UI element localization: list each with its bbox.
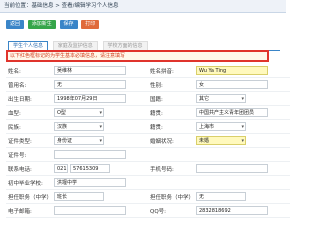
idtype-value: 身份证 bbox=[57, 138, 73, 144]
native-label: 籍贯: bbox=[148, 119, 194, 134]
idtype-label: 证件类型: bbox=[6, 133, 52, 148]
birthdate-label: 出生日期: bbox=[6, 91, 52, 106]
chevron-down-icon: ▾ bbox=[241, 124, 244, 130]
position-field[interactable]: 班长 bbox=[54, 192, 104, 201]
chevron-down-icon: ▾ bbox=[99, 110, 102, 116]
position2-label: 担任职务（中学）: bbox=[148, 189, 194, 204]
form-row: 电子邮箱: QQ号: 2832818692 bbox=[6, 203, 290, 218]
name-field[interactable]: 吴维林 bbox=[54, 66, 126, 75]
mobile-field[interactable] bbox=[196, 164, 268, 173]
birthdate-field[interactable]: 1998年07月29日 bbox=[54, 94, 126, 103]
nationality-label: 国籍: bbox=[148, 91, 194, 106]
gender-label: 性别: bbox=[148, 77, 194, 92]
phone-field[interactable]: 57615309 bbox=[70, 164, 110, 173]
phone-label: 联系电话: bbox=[6, 161, 52, 176]
marital-select[interactable]: 未婚 ▾ bbox=[196, 136, 246, 145]
marital-value: 未婚 bbox=[199, 138, 210, 144]
idtype-select[interactable]: 身份证 ▾ bbox=[54, 136, 104, 145]
name-label: 姓名: bbox=[6, 64, 52, 78]
chevron-down-icon: ▾ bbox=[241, 96, 244, 102]
gender-field[interactable]: 女 bbox=[196, 80, 268, 89]
blood-value: O型 bbox=[57, 110, 66, 116]
qq-field[interactable]: 2832818692 bbox=[196, 206, 268, 215]
chevron-down-icon: ▾ bbox=[99, 124, 102, 130]
ethnic-label: 民族: bbox=[6, 119, 52, 134]
qq-label: QQ号: bbox=[148, 203, 194, 218]
idnum-label: 证件号: bbox=[6, 147, 52, 162]
blood-label: 血型: bbox=[6, 105, 52, 120]
alias-label: 曾用名: bbox=[6, 77, 52, 92]
native-select[interactable]: 上海市 ▾ bbox=[196, 122, 246, 131]
pinyin-field[interactable]: Wu Ya Ting bbox=[196, 66, 268, 75]
nationality-value: 其它 bbox=[199, 96, 210, 102]
tab-family-info[interactable]: 家庭及监护信息 bbox=[52, 41, 98, 50]
required-notice: 以下红色框标记的为学生基本必填信息，请注意填写 bbox=[6, 50, 269, 62]
alias-field[interactable]: 无 bbox=[54, 80, 126, 89]
email-label: 电子邮箱: bbox=[6, 203, 52, 218]
ethnic-value: 汉族 bbox=[57, 124, 68, 130]
idnum-field[interactable] bbox=[54, 150, 126, 159]
add-student-button[interactable]: 添加新生 bbox=[27, 20, 56, 29]
ethnic-select[interactable]: 汉族 ▾ bbox=[54, 122, 104, 131]
tab-school-info[interactable]: 学校方面的信息 bbox=[102, 41, 148, 50]
tab-student-info[interactable]: 学生个人信息 bbox=[8, 41, 49, 50]
form-row: 初中毕业学校: 洪堰中学 bbox=[6, 175, 290, 190]
email-field[interactable] bbox=[54, 206, 126, 215]
political-label: 籍贯: bbox=[148, 105, 194, 120]
position2-field[interactable]: 无 bbox=[196, 192, 246, 201]
form-row: 出生日期: 1998年07月29日 国籍: 其它 ▾ bbox=[6, 91, 290, 106]
blood-select[interactable]: O型 ▾ bbox=[54, 108, 104, 117]
mobile-label: 手机号码: bbox=[148, 161, 194, 176]
save-button[interactable]: 保存 bbox=[59, 20, 78, 29]
student-form: 姓名: 吴维林 姓名拼音: Wu Ya Ting 曾用名: 无 性别: 女 出生… bbox=[6, 64, 290, 218]
breadcrumb: 当前位置：基础信息 > 查看/编辑学习个人信息 bbox=[0, 0, 286, 13]
form-row: 证件号: bbox=[6, 147, 290, 162]
form-row: 联系电话: 021 57615309 手机号码: bbox=[6, 161, 290, 176]
print-button[interactable]: 打印 bbox=[81, 20, 100, 29]
political-field[interactable]: 中国共产主义青年团团员 bbox=[196, 108, 268, 117]
pinyin-label: 姓名拼音: bbox=[148, 64, 194, 78]
chevron-down-icon: ▾ bbox=[99, 138, 102, 144]
school-label: 初中毕业学校: bbox=[6, 175, 52, 190]
form-row: 民族: 汉族 ▾ 籍贯: 上海市 ▾ bbox=[6, 119, 290, 134]
area-code-field[interactable]: 021 bbox=[54, 164, 68, 173]
position-label: 担任职务（中学）: bbox=[6, 189, 52, 204]
form-row: 担任职务（中学）: 班长 担任职务（中学）: 无 bbox=[6, 189, 290, 204]
back-button[interactable]: 返回 bbox=[6, 20, 25, 29]
marital-label: 婚姻状况: bbox=[148, 133, 194, 148]
form-row: 姓名: 吴维林 姓名拼音: Wu Ya Ting bbox=[6, 64, 290, 78]
chevron-down-icon: ▾ bbox=[241, 138, 244, 144]
native-value: 上海市 bbox=[199, 124, 215, 130]
nationality-select[interactable]: 其它 ▾ bbox=[196, 94, 246, 103]
form-row: 证件类型: 身份证 ▾ 婚姻状况: 未婚 ▾ bbox=[6, 133, 290, 148]
form-row: 血型: O型 ▾ 籍贯: 中国共产主义青年团团员 bbox=[6, 105, 290, 120]
form-row: 曾用名: 无 性别: 女 bbox=[6, 77, 290, 92]
school-field[interactable]: 洪堰中学 bbox=[54, 178, 126, 187]
toolbar: 返回 添加新生 保存 打印 bbox=[6, 20, 101, 29]
